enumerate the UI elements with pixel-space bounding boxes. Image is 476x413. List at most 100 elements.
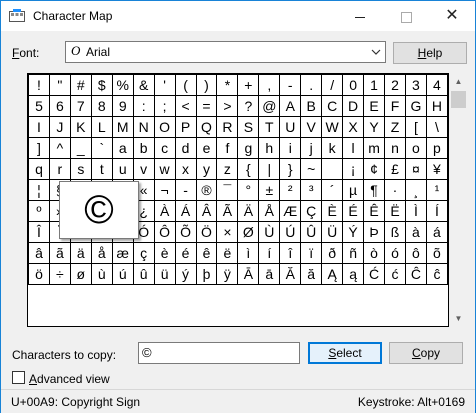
character-cell[interactable]: \ xyxy=(425,116,449,138)
character-cell[interactable]: R xyxy=(216,116,239,138)
advanced-view-checkbox[interactable] xyxy=(12,371,25,384)
character-cell[interactable]: õ xyxy=(425,242,449,264)
select-button[interactable]: Select xyxy=(308,342,382,364)
character-cell[interactable]: @ xyxy=(258,95,281,117)
character-cell[interactable]: ú xyxy=(111,263,134,285)
character-cell[interactable]: H xyxy=(425,95,449,117)
character-cell[interactable]: ¥ xyxy=(425,158,449,180)
character-cell[interactable]: S xyxy=(237,116,260,138)
character-cell[interactable]: 5 xyxy=(28,95,50,117)
character-cell[interactable]: Á xyxy=(174,200,197,222)
character-cell[interactable]: É xyxy=(342,200,365,222)
character-cell[interactable]: i xyxy=(279,137,302,159)
character-cell[interactable]: z xyxy=(216,158,239,180)
character-cell[interactable]: ¸ xyxy=(404,179,427,201)
character-cell[interactable]: A xyxy=(279,95,302,117)
character-cell[interactable]: = xyxy=(195,95,218,117)
character-cell[interactable]: Ç xyxy=(300,200,323,222)
character-cell[interactable]: C xyxy=(321,95,344,117)
character-cell[interactable]: ] xyxy=(28,137,50,159)
character-cell[interactable]: ¯ xyxy=(216,179,239,201)
character-cell[interactable]: G xyxy=(404,95,427,117)
character-cell[interactable]: [ xyxy=(404,116,427,138)
character-cell[interactable]: K xyxy=(69,116,92,138)
character-cell[interactable]: _ xyxy=(69,137,92,159)
character-cell[interactable]: Ĉ xyxy=(404,263,427,285)
character-cell[interactable]: ¶ xyxy=(363,179,386,201)
character-cell[interactable]: ¤ xyxy=(404,158,427,180)
character-cell[interactable]: ĉ xyxy=(425,263,449,285)
character-cell[interactable]: p xyxy=(425,137,449,159)
character-cell[interactable]: 1 xyxy=(363,74,386,96)
copy-button[interactable]: Copy xyxy=(389,342,463,364)
character-cell[interactable]: | xyxy=(258,158,281,180)
character-cell[interactable]: ą xyxy=(342,263,365,285)
character-cell[interactable]: y xyxy=(195,158,218,180)
character-cell[interactable]: + xyxy=(237,74,260,96)
character-cell[interactable]: 2 xyxy=(384,74,406,96)
character-cell[interactable]: ò xyxy=(363,242,386,264)
character-cell[interactable]: f xyxy=(216,137,239,159)
character-cell[interactable]: ô xyxy=(404,242,427,264)
character-cell[interactable]: L xyxy=(90,116,113,138)
character-cell[interactable]: ÿ xyxy=(216,263,239,285)
character-cell[interactable]: ā xyxy=(258,263,281,285)
character-cell[interactable]: Þ xyxy=(363,221,386,243)
character-cell[interactable]: x xyxy=(174,158,197,180)
minimize-icon[interactable] xyxy=(337,1,383,31)
character-cell[interactable]: c xyxy=(153,137,176,159)
character-cell[interactable]: u xyxy=(111,158,134,180)
character-cell[interactable]: æ xyxy=(111,242,134,264)
character-cell[interactable]: l xyxy=(342,137,365,159)
character-cell[interactable]: Â xyxy=(195,200,218,222)
character-cell[interactable]: o xyxy=(404,137,427,159)
character-cell[interactable]: - xyxy=(174,179,197,201)
character-cell[interactable]: ß xyxy=(384,221,406,243)
character-cell[interactable]: d xyxy=(174,137,197,159)
character-cell[interactable]: 9 xyxy=(111,95,134,117)
character-cell[interactable]: m xyxy=(363,137,386,159)
character-cell[interactable]: M xyxy=(111,116,134,138)
character-cell[interactable]: á xyxy=(425,221,449,243)
character-cell[interactable]: ë xyxy=(216,242,239,264)
character-cell[interactable]: ³ xyxy=(300,179,323,201)
character-cell[interactable]: " xyxy=(48,74,71,96)
character-cell[interactable]: ü xyxy=(153,263,176,285)
maximize-icon[interactable] xyxy=(383,1,429,31)
character-cell[interactable]: ² xyxy=(279,179,302,201)
character-cell[interactable]: ă xyxy=(300,263,323,285)
character-cell[interactable]: ï xyxy=(300,242,323,264)
character-cell[interactable]: h xyxy=(258,137,281,159)
character-cell[interactable]: Ă xyxy=(279,263,302,285)
scroll-up-arrow-icon[interactable]: ▲ xyxy=(450,73,467,90)
character-cell[interactable]: r xyxy=(48,158,71,180)
character-cell[interactable]: ø xyxy=(69,263,92,285)
font-dropdown[interactable]: O Arial xyxy=(65,41,386,63)
close-icon[interactable]: ✕ xyxy=(429,1,475,31)
character-cell[interactable]: º xyxy=(28,200,50,222)
character-cell[interactable]: Ø xyxy=(237,221,260,243)
character-cell[interactable]: s xyxy=(69,158,92,180)
character-cell[interactable]: ´ xyxy=(321,179,344,201)
character-cell[interactable]: Q xyxy=(195,116,218,138)
character-cell[interactable]: ć xyxy=(384,263,406,285)
character-cell[interactable]: ¹ xyxy=(425,179,449,201)
character-cell[interactable]: < xyxy=(174,95,197,117)
character-cell[interactable]: ¢ xyxy=(363,158,386,180)
character-cell[interactable]: ¡ xyxy=(342,158,365,180)
character-cell[interactable]: 6 xyxy=(48,95,71,117)
character-cell[interactable]: Ü xyxy=(321,221,344,243)
character-cell[interactable]: 7 xyxy=(69,95,92,117)
character-cell[interactable]: Õ xyxy=(174,221,197,243)
character-cell[interactable]: ± xyxy=(258,179,281,201)
character-cell[interactable]: U xyxy=(279,116,302,138)
character-cell[interactable]: X xyxy=(342,116,365,138)
character-cell[interactable]: k xyxy=(321,137,344,159)
character-cell[interactable]: ó xyxy=(384,242,406,264)
character-cell[interactable]: Ä xyxy=(237,200,260,222)
title-bar[interactable]: Character Map ✕ xyxy=(1,1,475,31)
character-cell[interactable]: Ć xyxy=(363,263,386,285)
character-cell[interactable]: . xyxy=(300,74,323,96)
character-cell[interactable]: è xyxy=(153,242,176,264)
character-cell[interactable]: ý xyxy=(174,263,197,285)
